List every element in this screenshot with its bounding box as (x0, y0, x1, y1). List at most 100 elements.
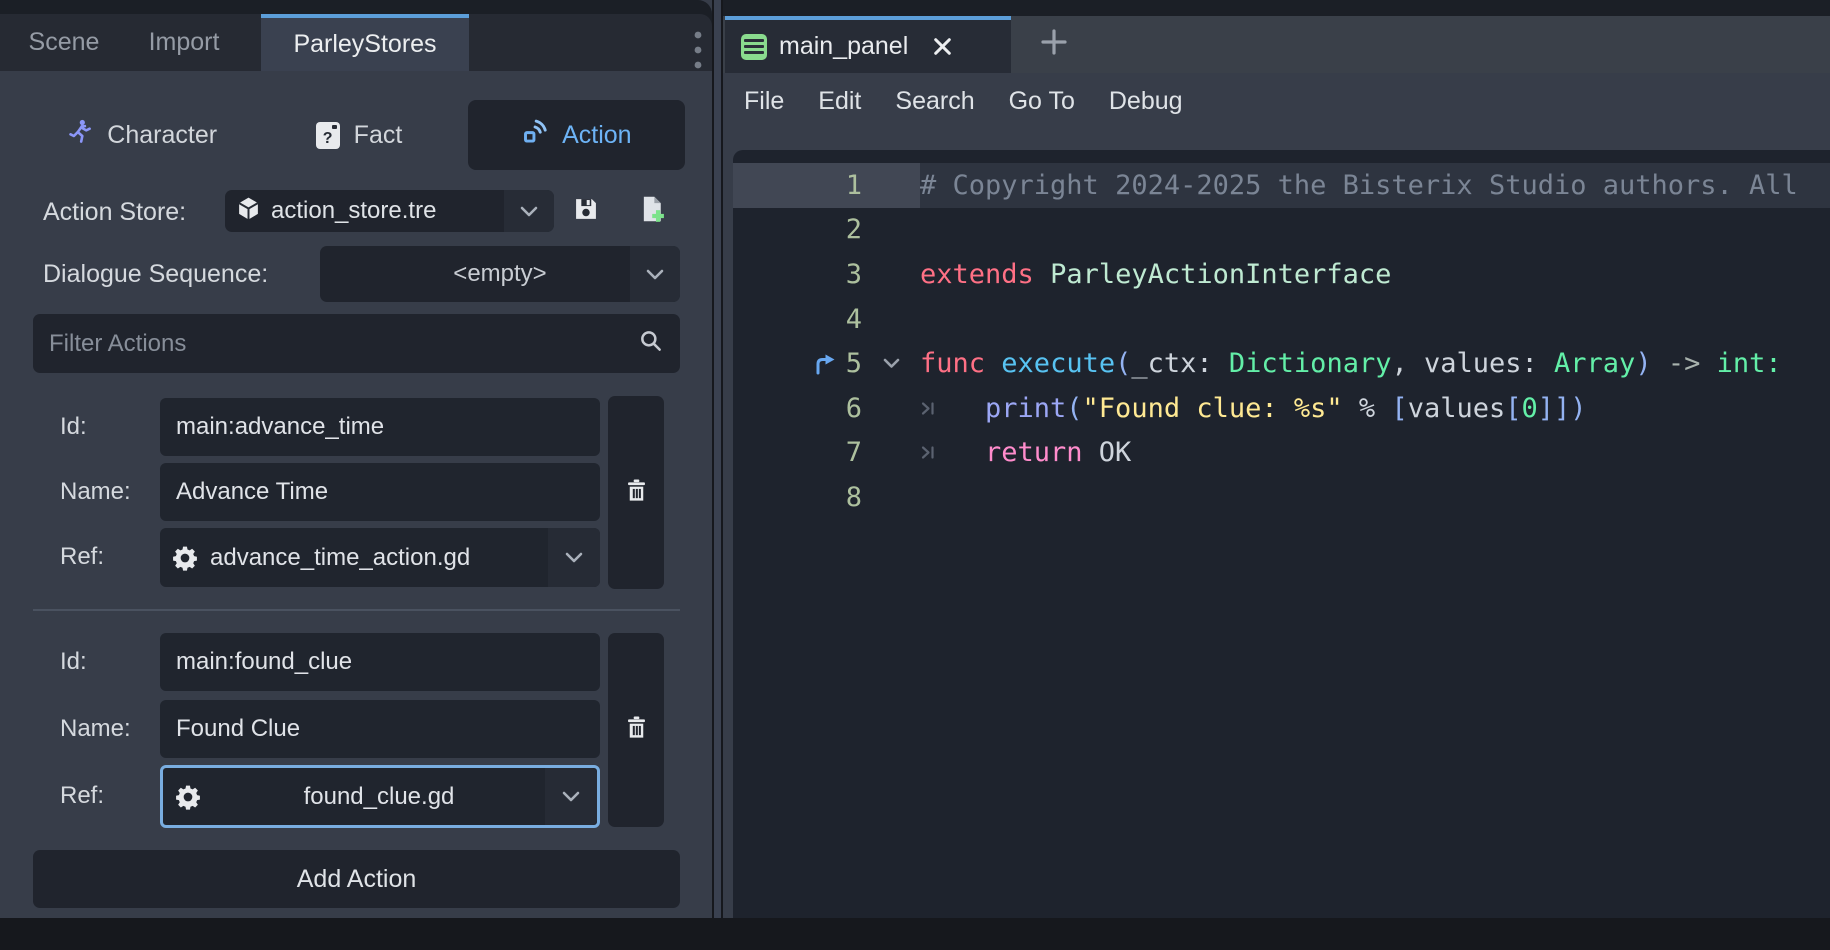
dock-tab-bar: Scene Import ParleyStores (0, 0, 712, 71)
indent-tab-icon (920, 443, 985, 462)
gutter[interactable]: 5 (733, 348, 862, 379)
delete-action-button[interactable] (608, 396, 664, 589)
store-tab-label: Character (107, 121, 217, 150)
store-tab-action[interactable]: Action (468, 100, 685, 170)
gutter[interactable]: 4 (733, 304, 862, 335)
script-tab-title: main_panel (779, 32, 908, 61)
gutter[interactable]: 3 (733, 259, 862, 290)
code-token-bracket: ) (1635, 348, 1651, 379)
code-token-type: Array (1554, 348, 1635, 379)
code-line[interactable]: 5 func execute(_ctx: Dictionary, values: … (733, 341, 1830, 386)
code-token-fndef: execute (1001, 348, 1115, 379)
code-token-plain: % (1343, 393, 1392, 424)
code-token-num: 0 (1522, 393, 1538, 424)
store-tab-character[interactable]: Character (33, 100, 250, 170)
code-token-type: int: (1717, 348, 1782, 379)
code-text: print("Found clue: %s" % [values[0]]) (920, 393, 1830, 424)
dialogue-sequence-dropdown[interactable]: <empty> (320, 246, 680, 302)
gutter[interactable]: 6 (733, 393, 862, 424)
filter-actions-input[interactable]: Filter Actions (33, 314, 680, 373)
gutter[interactable]: 7 (733, 437, 862, 468)
save-icon (572, 195, 600, 228)
action-ref-dropdown[interactable]: found_clue.gd (160, 765, 600, 828)
chevron-down-icon[interactable] (630, 246, 680, 302)
tab-main-panel[interactable]: main_panel (725, 16, 1011, 73)
code-text: extends ParleyActionInterface (920, 259, 1830, 290)
fact-box-icon: ? (316, 122, 340, 149)
gutter[interactable]: 8 (733, 482, 862, 513)
line-number: 5 (846, 348, 862, 379)
store-tab-label: Action (562, 121, 631, 150)
action-store-label: Action Store: (43, 198, 186, 227)
delete-action-button[interactable] (608, 633, 664, 827)
code-line[interactable]: 6 print("Found clue: %s" % [values[0]]) (733, 386, 1830, 431)
chevron-down-icon[interactable] (548, 528, 600, 587)
plus-icon (1040, 28, 1068, 61)
code-line[interactable]: 2 (733, 208, 1830, 253)
code-text: return OK (920, 437, 1830, 468)
kebab-menu-icon[interactable] (688, 28, 708, 72)
menu-edit[interactable]: Edit (818, 87, 861, 116)
code-line[interactable]: 1 # Copyright 2024-2025 the Bisterix Stud… (733, 163, 1830, 208)
tab-parleystores[interactable]: ParleyStores (261, 14, 469, 71)
code-token-bracket: [ (1505, 393, 1521, 424)
action-id-field[interactable]: main:advance_time (160, 398, 600, 456)
code-token-plain: values (1408, 393, 1506, 424)
gear-icon (172, 545, 198, 571)
code-line[interactable]: 7 return OK (733, 431, 1830, 476)
new-script-icon (638, 195, 666, 228)
action-store-dropdown[interactable]: action_store.tre (225, 190, 554, 232)
code-token-plain: _ctx: (1131, 348, 1229, 379)
line-number: 2 (846, 214, 862, 245)
resource-cube-icon (236, 196, 261, 226)
code-token-kw: func (920, 348, 985, 379)
line-number: 7 (846, 437, 862, 468)
close-icon[interactable] (932, 36, 953, 57)
action-name-field[interactable]: Advance Time (160, 463, 600, 521)
gutter[interactable]: 1 (733, 170, 862, 201)
store-tab-fact[interactable]: ? Fact (250, 100, 467, 170)
line-number: 1 (846, 170, 862, 201)
code-token-ctrl: return (985, 437, 1083, 468)
new-action-store-button[interactable] (629, 190, 675, 232)
menu-file[interactable]: File (744, 87, 784, 116)
panel-splitter[interactable] (714, 0, 721, 918)
line-number: 4 (846, 304, 862, 335)
code-token-builtin: print (985, 393, 1066, 424)
code-line[interactable]: 4 (733, 297, 1830, 342)
code-line[interactable]: 3 extends ParleyActionInterface (733, 252, 1830, 297)
action-name-field[interactable]: Found Clue (160, 700, 600, 758)
new-script-tab-button[interactable] (1023, 16, 1085, 73)
add-action-button[interactable]: Add Action (33, 850, 680, 908)
code-editor[interactable]: 1 # Copyright 2024-2025 the Bisterix Stud… (733, 150, 1830, 918)
store-tab-label: Fact (354, 121, 403, 150)
fold-chevron-icon[interactable] (862, 358, 920, 369)
action-id-label: Id: (60, 648, 155, 676)
code-line[interactable]: 8 (733, 475, 1830, 520)
line-number: 8 (846, 482, 862, 513)
menu-search[interactable]: Search (895, 87, 974, 116)
code-token-comment: # Copyright 2024-2025 the Bisterix Studi… (920, 170, 1798, 201)
action-ref-dropdown[interactable]: advance_time_action.gd (160, 528, 600, 587)
save-store-button[interactable] (563, 190, 609, 232)
line-number: 3 (846, 259, 862, 290)
trash-icon (623, 477, 650, 509)
menu-debug[interactable]: Debug (1109, 87, 1183, 116)
tab-scene[interactable]: Scene (12, 14, 116, 71)
action-store-value: action_store.tre (271, 197, 436, 225)
gutter[interactable]: 2 (733, 214, 862, 245)
tab-import[interactable]: Import (128, 14, 240, 71)
code-token-plain: OK (1083, 437, 1132, 468)
code-token-plain: , values: (1391, 348, 1554, 379)
gear-icon (175, 784, 201, 810)
chevron-down-icon[interactable] (504, 190, 554, 232)
action-id-field[interactable]: main:found_clue (160, 633, 600, 691)
parley-stores-panel: Scene Import ParleyStores Character ? F (0, 0, 712, 918)
store-type-switcher: Character ? Fact Action (33, 100, 685, 170)
code-token-kw: extends (920, 259, 1034, 290)
code-token-bracket: ]]) (1538, 393, 1587, 424)
line-number: 6 (846, 393, 862, 424)
code-text: func execute(_ctx: Dictionary, values: A… (920, 348, 1830, 379)
chevron-down-icon[interactable] (545, 768, 597, 825)
menu-go-to[interactable]: Go To (1009, 87, 1075, 116)
